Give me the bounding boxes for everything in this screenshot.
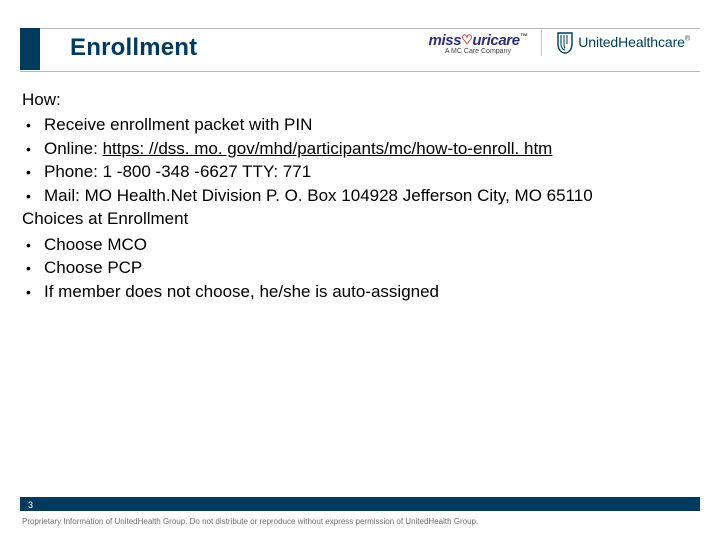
logo-separator	[541, 30, 542, 56]
missouricare-wordmark: miss♡uricare™	[429, 32, 528, 49]
title-rule-bottom	[20, 71, 700, 72]
enroll-url-link[interactable]: https: //dss. mo. gov/mhd/participants/m…	[103, 139, 553, 158]
title-accent	[20, 28, 40, 70]
section-heading: How:	[22, 88, 698, 111]
page-title: Enrollment	[70, 34, 197, 62]
bullet-icon: •	[22, 113, 44, 136]
uhc-shield-icon	[556, 32, 574, 54]
missouricare-logo: miss♡uricare™ A MC Care Company	[429, 32, 528, 55]
unitedhealthcare-logo: UnitedHealthcare®	[556, 32, 690, 54]
bullet-text: Online: https: //dss. mo. gov/mhd/partic…	[44, 137, 552, 160]
bullet-text: Phone: 1 -800 -348 -6627 TTY: 771	[44, 160, 311, 183]
heart-icon: ♡	[461, 32, 472, 48]
section-heading: Choices at Enrollment	[22, 207, 698, 230]
bullet-text: Receive enrollment packet with PIN	[44, 113, 312, 136]
logo-group: miss♡uricare™ A MC Care Company UnitedHe…	[429, 30, 690, 56]
footer-bar	[20, 497, 700, 511]
bullet-icon: •	[22, 160, 44, 183]
bullet-text: Mail: MO Health.Net Division P. O. Box 1…	[44, 184, 593, 207]
bullet-item: • Mail: MO Health.Net Division P. O. Box…	[22, 184, 698, 207]
slide-body: How: • Receive enrollment packet with PI…	[22, 88, 698, 303]
bullet-icon: •	[22, 184, 44, 207]
bullet-icon: •	[22, 233, 44, 256]
bullet-item: • Choose PCP	[22, 256, 698, 279]
bullet-text: Choose MCO	[44, 233, 147, 256]
bullet-item: • Phone: 1 -800 -348 -6627 TTY: 771	[22, 160, 698, 183]
mc-subtitle: A MC Care Company	[445, 48, 511, 55]
title-rule-top	[20, 28, 700, 29]
bullet-icon: •	[22, 256, 44, 279]
page-number: 3	[28, 500, 33, 510]
bullet-item: • If member does not choose, he/she is a…	[22, 280, 698, 303]
bullet-icon: •	[22, 137, 44, 160]
slide: Enrollment miss♡uricare™ A MC Care Compa…	[0, 0, 720, 540]
mc-part-1: miss	[429, 32, 462, 49]
bullet-item: • Choose MCO	[22, 233, 698, 256]
bullet-text: Choose PCP	[44, 256, 142, 279]
footer-disclaimer: Proprietary Information of UnitedHealth …	[22, 517, 478, 526]
bullet-item: • Receive enrollment packet with PIN	[22, 113, 698, 136]
mc-tm: ™	[520, 32, 528, 41]
bullet-icon: •	[22, 280, 44, 303]
mc-part-2: uricare	[472, 32, 519, 49]
bullet-item: • Online: https: //dss. mo. gov/mhd/part…	[22, 137, 698, 160]
bullet-text: If member does not choose, he/she is aut…	[44, 280, 439, 303]
uhc-wordmark: UnitedHealthcare®	[578, 34, 690, 52]
